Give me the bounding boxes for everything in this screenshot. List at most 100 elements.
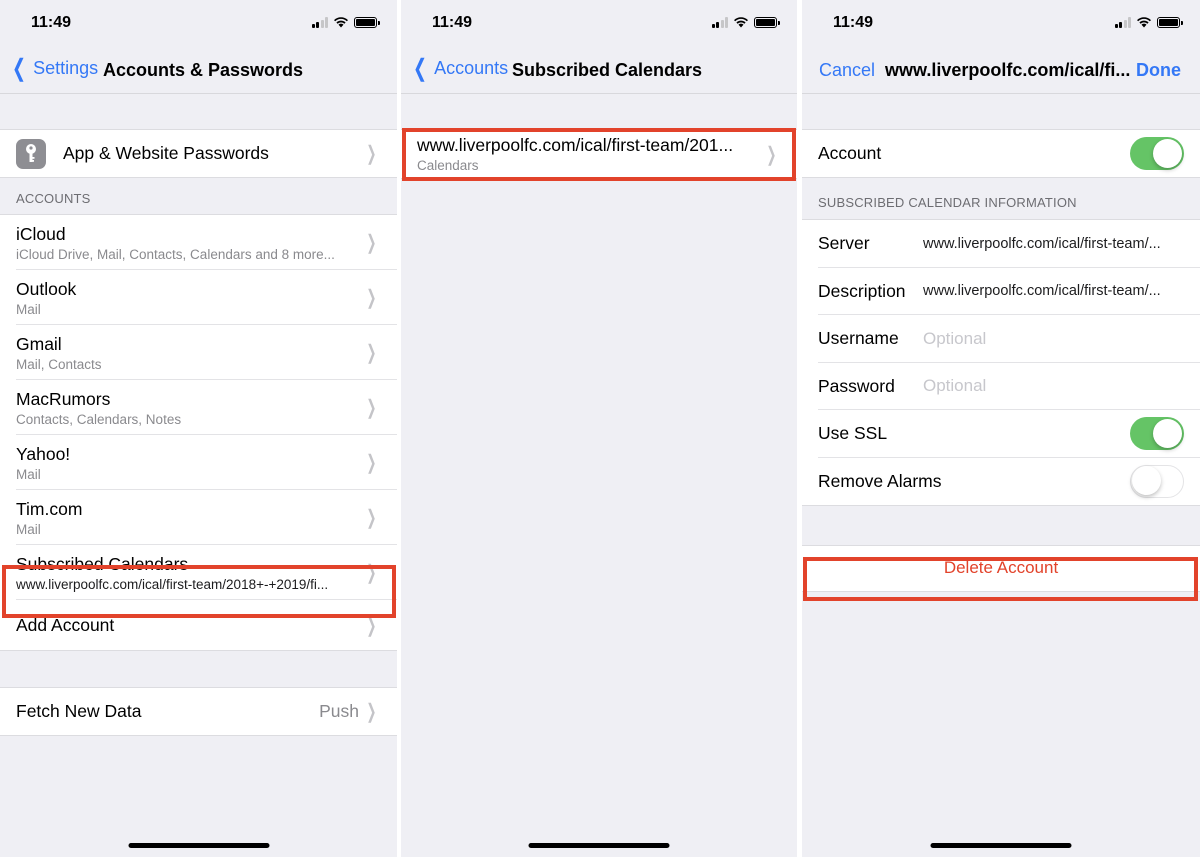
nav-bar: ❮ Settings Accounts & Passwords (0, 46, 397, 94)
status-bar: 11:49 (802, 0, 1200, 46)
chevron-right-icon: ❯ (366, 143, 377, 165)
chevron-right-icon: ❯ (366, 507, 377, 529)
account-toggle-group: Account (802, 129, 1200, 178)
wifi-icon (334, 17, 348, 28)
username-input[interactable]: Optional (923, 329, 986, 349)
account-subtitle: Mail, Contacts (16, 356, 102, 372)
server-value[interactable]: www.liverpoolfc.com/ical/first-team/... (923, 236, 1161, 252)
account-switch[interactable] (1130, 137, 1184, 170)
add-account-label: Add Account (16, 614, 115, 635)
back-label: Settings (33, 58, 99, 78)
battery-icon (354, 16, 380, 28)
subscribed-calendar-row[interactable]: www.liverpoolfc.com/ical/first-team/201.… (401, 130, 797, 178)
chevron-right-icon: ❯ (366, 342, 377, 364)
wifi-icon (734, 17, 748, 28)
account-title: Subscribed Calendars (16, 553, 189, 574)
chevron-left-icon: ❮ (413, 54, 428, 82)
fetch-new-data-row[interactable]: Fetch New Data Push ❯ (0, 688, 397, 735)
accounts-passwords-screen: 11:49 ❮ Settings Accounts & Passwords Ap… (0, 0, 397, 857)
account-title: Yahoo! (16, 443, 71, 464)
account-subtitle: Mail (16, 521, 41, 537)
nav-bar: Cancel www.liverpoolfc.com/ical/fi... Do… (802, 46, 1200, 94)
chevron-right-icon: ❯ (366, 562, 377, 584)
account-row-macrumors[interactable]: MacRumors Contacts, Calendars, Notes ❯ (0, 380, 397, 435)
battery-icon (1157, 16, 1183, 28)
fetch-group: Fetch New Data Push ❯ (0, 687, 397, 736)
use-ssl-switch[interactable] (1130, 417, 1184, 451)
passwords-group: App & Website Passwords ❯ (0, 129, 397, 178)
account-title: Outlook (16, 278, 77, 299)
account-title: Tim.com (16, 498, 83, 519)
delete-group: Delete Account (802, 544, 1200, 592)
account-row-tim[interactable]: Tim.com Mail ❯ (0, 490, 397, 545)
field-label: Username (818, 328, 899, 349)
calendar-info-group: Server www.liverpoolfc.com/ical/first-te… (802, 219, 1200, 506)
account-subtitle: iCloud Drive, Mail, Contacts, Calendars … (16, 246, 335, 262)
cellular-signal-icon (1114, 16, 1131, 28)
battery-icon (754, 16, 780, 28)
field-label: Password (818, 375, 895, 396)
subscribed-calendars-screen: 11:49 ❮ Accounts Subscribed Calendars ww… (401, 0, 797, 857)
app-website-passwords-row[interactable]: App & Website Passwords ❯ (0, 130, 397, 177)
description-value[interactable]: www.liverpoolfc.com/ical/first-team/... (923, 283, 1161, 299)
chevron-right-icon: ❯ (366, 232, 377, 254)
field-label: Description (818, 280, 906, 301)
account-row-subscribed-calendars[interactable]: Subscribed Calendars www.liverpoolfc.com/… (0, 545, 397, 600)
account-title: iCloud (16, 223, 66, 244)
back-button-settings[interactable]: ❮ Settings (9, 54, 99, 82)
home-indicator[interactable] (128, 843, 269, 848)
cancel-button[interactable]: Cancel (819, 60, 875, 81)
remove-alarms-switch[interactable] (1130, 464, 1184, 498)
page-title: Subscribed Calendars (512, 60, 703, 80)
page-title: www.liverpoolfc.com/ical/fi... (885, 60, 1131, 80)
status-time: 11:49 (833, 14, 874, 31)
account-title: MacRumors (16, 388, 111, 409)
key-icon (16, 139, 46, 169)
account-row-outlook[interactable]: Outlook Mail ❯ (0, 270, 397, 325)
password-field-row[interactable]: Password Optional (802, 362, 1200, 410)
home-indicator[interactable] (930, 843, 1072, 848)
chevron-left-icon: ❮ (12, 54, 27, 82)
done-button[interactable]: Done (1136, 60, 1181, 81)
chevron-right-icon: ❯ (366, 614, 377, 637)
wifi-icon (1137, 17, 1151, 28)
account-subtitle: Contacts, Calendars, Notes (16, 411, 182, 427)
calendar-type: Calendars (417, 158, 479, 173)
calendar-account-detail-screen: 11:49 Cancel www.liverpoolfc.com/ical/fi… (802, 0, 1200, 857)
use-ssl-row: Use SSL (802, 410, 1200, 458)
description-field-row[interactable]: Description www.liverpoolfc.com/ical/fir… (802, 267, 1200, 315)
account-toggle-row: Account (802, 130, 1200, 177)
account-toggle-label: Account (818, 143, 882, 163)
back-label: Accounts (434, 58, 509, 78)
home-indicator[interactable] (528, 843, 670, 848)
chevron-right-icon: ❯ (366, 701, 377, 723)
add-account-row[interactable]: Add Account ❯ (0, 600, 397, 650)
server-field-row[interactable]: Server www.liverpoolfc.com/ical/first-te… (802, 220, 1200, 268)
page-title: Accounts & Passwords (103, 60, 304, 80)
accounts-list: iCloud iCloud Drive, Mail, Contacts, Cale… (0, 214, 397, 651)
section-header-accounts: ACCOUNTS (16, 191, 91, 206)
delete-account-button[interactable]: Delete Account (802, 545, 1200, 591)
fetch-value: Push (319, 701, 359, 721)
ssl-label: Use SSL (818, 423, 888, 444)
nav-bar: ❮ Accounts Subscribed Calendars (401, 46, 797, 94)
account-row-gmail[interactable]: Gmail Mail, Contacts ❯ (0, 325, 397, 380)
username-field-row[interactable]: Username Optional (802, 315, 1200, 363)
cellular-signal-icon (711, 16, 728, 28)
account-row-icloud[interactable]: iCloud iCloud Drive, Mail, Contacts, Cale… (0, 215, 397, 270)
field-label: Server (818, 233, 870, 254)
remove-alarms-label: Remove Alarms (818, 470, 942, 491)
status-bar: 11:49 (401, 0, 797, 46)
status-time: 11:49 (31, 14, 72, 31)
password-input[interactable]: Optional (923, 376, 986, 396)
chevron-right-icon: ❯ (766, 143, 777, 166)
delete-account-label: Delete Account (943, 558, 1059, 577)
account-row-yahoo[interactable]: Yahoo! Mail ❯ (0, 435, 397, 490)
account-subtitle: www.liverpoolfc.com/ical/first-team/2018… (16, 576, 329, 592)
calendar-url: www.liverpoolfc.com/ical/first-team/201.… (417, 135, 734, 155)
account-subtitle: Mail (16, 466, 41, 482)
account-title: Gmail (16, 333, 62, 354)
back-button-accounts[interactable]: ❮ Accounts (410, 54, 509, 82)
chevron-right-icon: ❯ (366, 452, 377, 474)
row-label: App & Website Passwords (63, 143, 269, 163)
